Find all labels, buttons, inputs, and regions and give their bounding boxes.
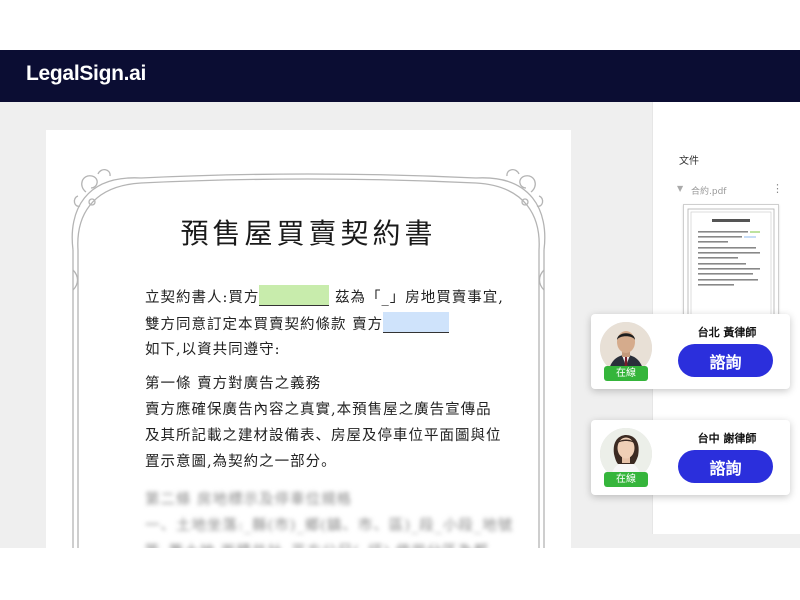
lawyer-name: 台中 謝律師 (697, 432, 757, 445)
expand-arrow-icon[interactable]: ▼ (677, 184, 683, 193)
bottom-margin (0, 548, 800, 600)
contract-document: 預售屋買賣契約書 立契約書人:買方 茲為「_」房地買賣事宜, 雙方同意訂定本買賣… (46, 130, 571, 548)
article-2-title: 第二條 房地標示及停車位規格 (145, 492, 353, 508)
line1-suffix: 茲為「_」房地買賣事宜, (335, 290, 504, 306)
files-label: 文件 (679, 156, 699, 167)
article-2-line-2: 等_筆土地,面積共計_平方公尺(_坪),使用分區為都 (145, 540, 489, 548)
app-header: LegalSign.ai (0, 50, 800, 102)
line1-prefix: 立契約書人:買方 (145, 290, 260, 306)
article-1-line-3: 置示意圖,為契約之一部分。 (145, 454, 337, 470)
decorative-frame (71, 169, 546, 548)
more-options-icon[interactable]: ⋮ (772, 182, 783, 195)
online-status-badge: 在線 (604, 472, 648, 487)
contract-line-3: 如下,以資共同遵守: (145, 342, 281, 358)
document-thumbnail[interactable] (683, 204, 779, 324)
online-status-badge: 在線 (604, 366, 648, 381)
lawyer-card-1: 在線 台北 黃律師 諮詢 (591, 314, 790, 389)
top-margin (0, 0, 800, 50)
article-1-line-2: 及其所記載之建材設備表、房屋及停車位平面圖與位 (145, 428, 502, 444)
lawyer-name: 台北 黃律師 (697, 326, 757, 339)
contract-line-2: 雙方同意訂定本買賣契約條款 賣方 (145, 312, 450, 334)
document-title: 預售屋買賣契約書 (180, 217, 437, 250)
line2-prefix: 雙方同意訂定本買賣契約條款 賣方 (145, 317, 384, 333)
file-name[interactable]: 合約.pdf (691, 184, 726, 197)
file-item[interactable]: ▼ 合約.pdf ⋮ (677, 182, 800, 198)
seller-name-field[interactable] (383, 312, 450, 333)
article-1-line-1: 賣方應確保廣告內容之真實,本預售屋之廣告宣傳品 (145, 402, 492, 418)
thumbnail-preview (687, 208, 775, 320)
article-2-line-1: 一、土地坐落:_縣(市)_鄉(鎮、市、區)_段_小段_地號 (145, 518, 514, 534)
contract-line-1: 立契約書人:買方 茲為「_」房地買賣事宜, (145, 285, 504, 307)
lawyer-card-2: 在線 台中 謝律師 諮詢 (591, 420, 790, 495)
buyer-name-field[interactable] (259, 285, 330, 306)
article-1-title: 第一條 賣方對廣告之義務 (145, 376, 322, 392)
consult-button[interactable]: 諮詢 (678, 450, 773, 483)
consult-button[interactable]: 諮詢 (678, 344, 773, 377)
app-logo[interactable]: LegalSign.ai (26, 62, 146, 86)
